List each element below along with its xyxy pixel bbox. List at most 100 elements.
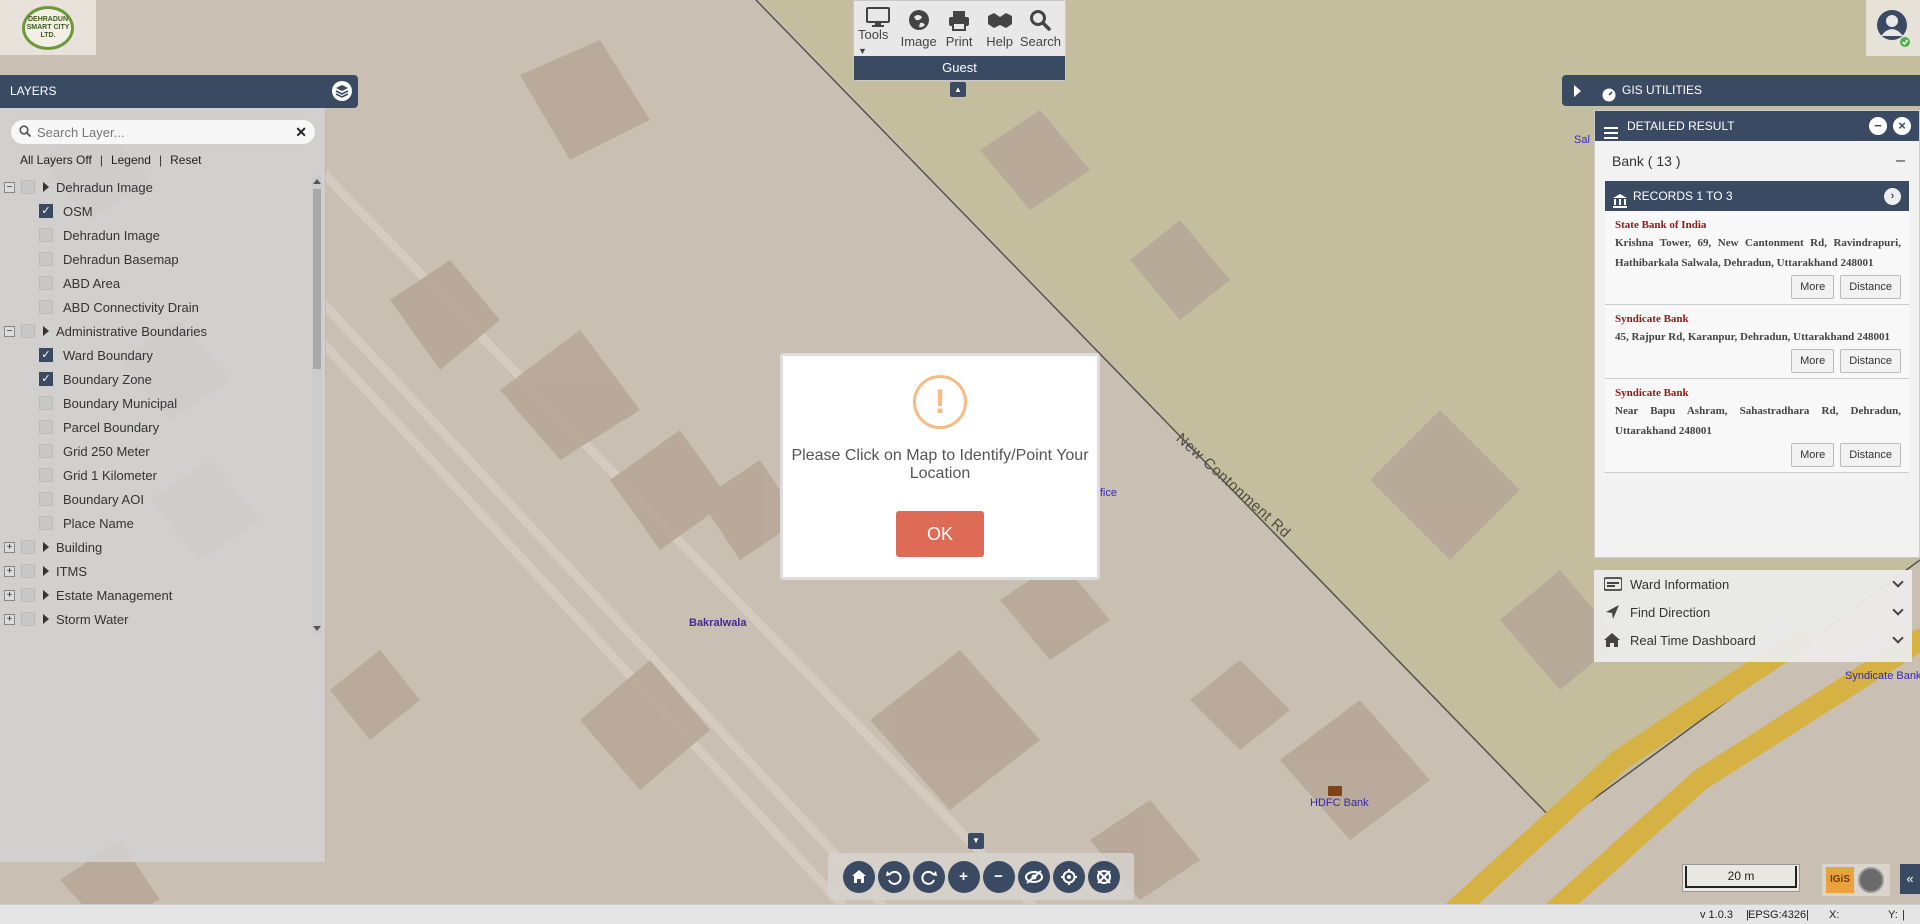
expand-icon[interactable]: + — [4, 613, 15, 625]
caret-right-icon[interactable] — [43, 566, 49, 576]
minimize-icon[interactable]: − — [1869, 117, 1887, 135]
expand-icon[interactable]: + — [4, 565, 15, 577]
distance-button[interactable]: Distance — [1840, 443, 1901, 467]
layer-checkbox[interactable] — [39, 252, 53, 266]
caret-right-icon[interactable] — [43, 326, 49, 336]
scroll-thumb[interactable] — [313, 189, 321, 369]
layer-checkbox[interactable] — [39, 396, 53, 410]
layer-checkbox[interactable]: ✓ — [39, 372, 53, 386]
distance-button[interactable]: Distance — [1840, 349, 1901, 373]
layer-item[interactable]: Dehradun Basemap — [0, 247, 322, 271]
layer-item[interactable]: ✓ Ward Boundary — [0, 343, 322, 367]
layer-checkbox[interactable] — [39, 228, 53, 242]
util-find-direction[interactable]: Find Direction — [1594, 598, 1912, 626]
city-logo[interactable]: DEHRADUN SMART CITY LTD. — [0, 0, 96, 55]
reset-link[interactable]: Reset — [170, 153, 201, 167]
layer-checkbox[interactable] — [39, 516, 53, 530]
layer-group-checkbox[interactable] — [21, 588, 35, 602]
all-layers-off-link[interactable]: All Layers Off — [20, 153, 92, 167]
layer-group[interactable]: − Administrative Boundaries — [0, 319, 322, 343]
layer-item[interactable]: Dehradun Image — [0, 223, 322, 247]
gis-utilities-header[interactable]: GIS UTILITIES — [1562, 75, 1920, 106]
caret-right-icon[interactable] — [43, 182, 49, 192]
more-button[interactable]: More — [1791, 275, 1835, 299]
legend-link[interactable]: Legend — [111, 153, 151, 167]
layer-item[interactable]: ✓ OSM — [0, 199, 322, 223]
layers-stack-icon[interactable] — [332, 81, 352, 114]
result-category[interactable]: Bank ( 13 ) – — [1595, 141, 1919, 181]
undo-button[interactable] — [877, 860, 910, 893]
layer-checkbox[interactable] — [39, 420, 53, 434]
distance-button[interactable]: Distance — [1840, 275, 1901, 299]
record-name[interactable]: State Bank of India — [1615, 219, 1901, 231]
home-extent-button[interactable] — [842, 860, 875, 893]
clear-map-button[interactable] — [1087, 860, 1120, 893]
layer-checkbox[interactable] — [39, 492, 53, 506]
collapse-icon[interactable]: – — [1896, 141, 1905, 181]
layer-item[interactable]: Grid 250 Meter — [0, 439, 322, 463]
expand-arrow-icon[interactable] — [1574, 85, 1581, 97]
expand-icon[interactable]: + — [4, 589, 15, 601]
layer-checkbox[interactable] — [39, 468, 53, 482]
layer-item[interactable]: Parcel Boundary — [0, 415, 322, 439]
layer-item[interactable]: Place Name — [0, 511, 322, 535]
layer-group[interactable]: + Estate Management — [0, 583, 322, 607]
layer-item[interactable]: Grid 1 Kilometer — [0, 463, 322, 487]
toolbar-collapse-toggle[interactable]: ▲ — [950, 82, 966, 97]
layer-label: ITMS — [56, 563, 88, 579]
layer-group-checkbox[interactable] — [21, 324, 35, 338]
layer-group-checkbox[interactable] — [21, 612, 35, 626]
layer-group[interactable]: + ITMS — [0, 559, 322, 583]
user-avatar[interactable] — [1866, 0, 1920, 56]
zoom-out-button[interactable]: − — [982, 860, 1015, 893]
layer-checkbox[interactable] — [39, 300, 53, 314]
layer-tree-scrollbar[interactable] — [312, 175, 322, 635]
layer-item[interactable]: ABD Area — [0, 271, 322, 295]
layer-item[interactable]: ✓ Boundary Zone — [0, 367, 322, 391]
zoom-in-button[interactable]: + — [947, 860, 980, 893]
record-name[interactable]: Syndicate Bank — [1615, 313, 1901, 325]
layer-item[interactable]: Boundary Municipal — [0, 391, 322, 415]
scroll-up-icon[interactable] — [313, 179, 321, 184]
collapse-icon[interactable]: − — [4, 325, 15, 337]
layer-item[interactable]: Boundary AOI — [0, 487, 322, 511]
layer-group[interactable]: + Building — [0, 535, 322, 559]
scroll-down-icon[interactable] — [313, 626, 321, 631]
more-button[interactable]: More — [1791, 349, 1835, 373]
caret-right-icon[interactable] — [43, 614, 49, 624]
layer-group-checkbox[interactable] — [21, 540, 35, 554]
layer-checkbox[interactable] — [39, 444, 53, 458]
layer-search-input[interactable] — [37, 124, 296, 140]
print-button[interactable]: Print — [939, 6, 979, 57]
caret-right-icon[interactable] — [43, 542, 49, 552]
map-controls-toggle[interactable]: ▼ — [968, 833, 984, 849]
layer-checkbox[interactable] — [39, 276, 53, 290]
locate-button[interactable] — [1052, 860, 1085, 893]
close-icon[interactable]: × — [1893, 117, 1911, 135]
help-button[interactable]: Help — [979, 6, 1019, 57]
redo-button[interactable] — [912, 860, 945, 893]
clear-search-icon[interactable]: ✕ — [295, 124, 307, 141]
layer-group-checkbox[interactable] — [21, 180, 35, 194]
hide-layers-button[interactable] — [1017, 860, 1050, 893]
collapse-icon[interactable]: − — [4, 181, 15, 193]
layer-checkbox[interactable]: ✓ — [39, 204, 53, 218]
expand-icon[interactable]: + — [4, 541, 15, 553]
image-button[interactable]: Image — [898, 6, 938, 57]
layer-checkbox[interactable]: ✓ — [39, 348, 53, 362]
compass-icon[interactable] — [1858, 867, 1884, 893]
more-button[interactable]: More — [1791, 443, 1835, 467]
util-real-time-dashboard[interactable]: Real Time Dashboard — [1594, 626, 1912, 654]
record-name[interactable]: Syndicate Bank — [1615, 387, 1901, 399]
search-button[interactable]: Search — [1020, 6, 1061, 57]
layer-group[interactable]: − Dehradun Image — [0, 175, 322, 199]
layer-item[interactable]: ABD Connectivity Drain — [0, 295, 322, 319]
layer-group-checkbox[interactable] — [21, 564, 35, 578]
next-page-icon[interactable]: › — [1884, 188, 1901, 205]
caret-right-icon[interactable] — [43, 590, 49, 600]
ok-button[interactable]: OK — [896, 511, 984, 557]
util-ward-information[interactable]: Ward Information — [1594, 570, 1912, 598]
tools-button[interactable]: Tools ▼ — [858, 6, 898, 57]
side-panel-toggle[interactable]: « — [1900, 864, 1920, 894]
layer-group[interactable]: + Storm Water — [0, 607, 322, 631]
